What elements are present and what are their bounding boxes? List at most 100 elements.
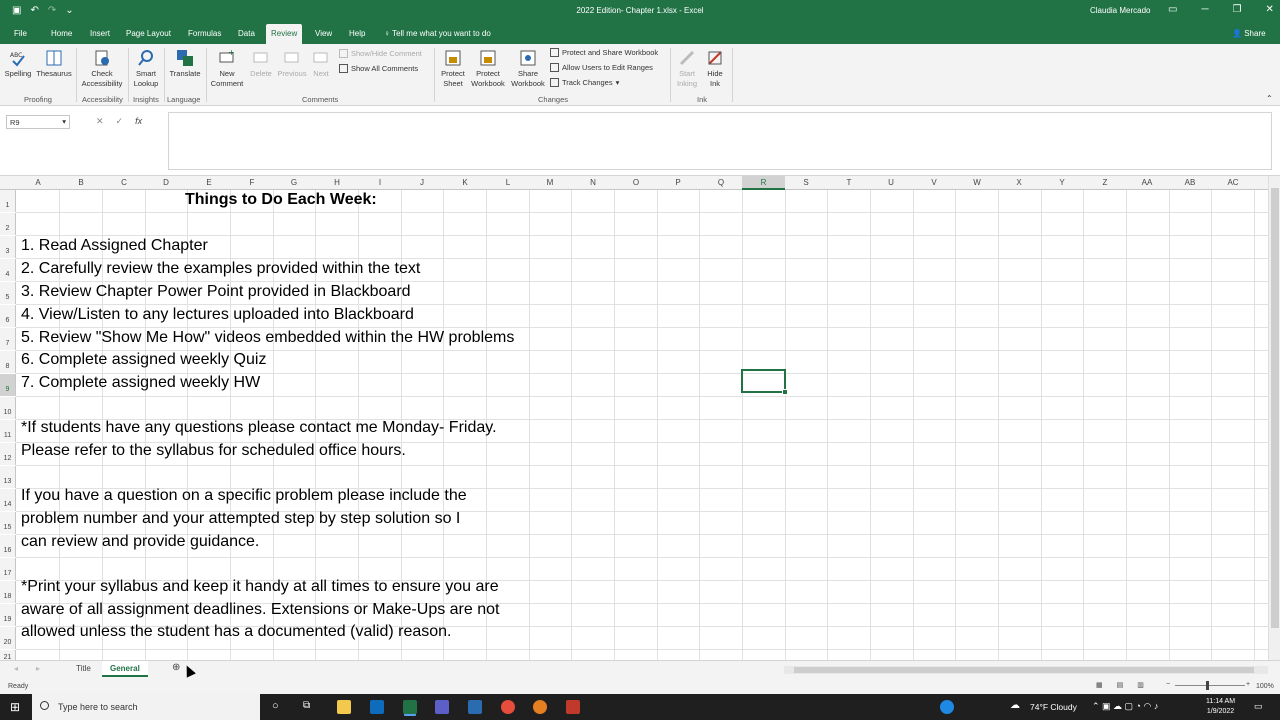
row-header[interactable]: 18	[0, 581, 16, 603]
column-header[interactable]: C	[103, 178, 145, 187]
cell-text[interactable]: 2. Carefully review the examples provide…	[21, 260, 420, 278]
collapse-ribbon-icon[interactable]: ⌃	[1266, 94, 1273, 103]
column-header[interactable]: F	[231, 178, 273, 187]
start-inking-button[interactable]: Start Inking	[674, 49, 700, 89]
weather-text[interactable]: 74°F Cloudy	[1030, 702, 1077, 712]
tab-review[interactable]: Review	[266, 24, 303, 44]
row-header[interactable]: 15	[0, 512, 16, 534]
check-accessibility-button[interactable]: Check Accessibility	[80, 49, 124, 89]
cell-text[interactable]: 1. Read Assigned Chapter	[21, 237, 208, 255]
cancel-icon[interactable]: ✕	[96, 116, 104, 127]
share-workbook-button[interactable]: Share Workbook	[508, 49, 548, 89]
column-header[interactable]: AB	[1169, 178, 1211, 187]
show-all-comments-button[interactable]: Show All Comments	[339, 64, 418, 73]
tab-file[interactable]: File	[14, 29, 27, 38]
tab-page-layout[interactable]: Page Layout	[126, 29, 171, 38]
cell-text[interactable]: 3. Review Chapter Power Point provided i…	[21, 283, 411, 301]
taskbar-clock[interactable]: 11:14 AM 1/9/2022	[1206, 697, 1235, 717]
add-sheet-icon[interactable]: ⊕	[172, 662, 180, 673]
spelling-button[interactable]: ABC Spelling	[3, 49, 33, 79]
tab-formulas[interactable]: Formulas	[188, 29, 221, 38]
tab-help[interactable]: Help	[349, 29, 365, 38]
scroll-left-icon[interactable]: ◂	[14, 664, 18, 673]
name-box[interactable]: R9 ▾	[6, 115, 70, 129]
maximize-icon[interactable]: ❐	[1233, 4, 1242, 15]
excel-icon[interactable]	[403, 700, 417, 714]
user-name[interactable]: Claudia Mercado	[1090, 6, 1150, 15]
smart-lookup-button[interactable]: Smart Lookup	[131, 49, 161, 89]
tab-view[interactable]: View	[315, 29, 332, 38]
cell-text[interactable]: 6. Complete assigned weekly Quiz	[21, 351, 266, 369]
column-header[interactable]: U	[870, 178, 912, 187]
column-header[interactable]: X	[998, 178, 1040, 187]
column-header[interactable]: P	[657, 178, 699, 187]
row-header[interactable]: 14	[0, 489, 16, 511]
row-header[interactable]: 3	[0, 236, 16, 258]
column-header[interactable]: A	[17, 178, 59, 187]
translate-button[interactable]: Translate	[168, 49, 202, 79]
column-header[interactable]: K	[444, 178, 486, 187]
cell-text[interactable]: allowed unless the student has a documen…	[21, 623, 451, 641]
column-header[interactable]: E	[188, 178, 230, 187]
delete-comment-button[interactable]: Delete	[248, 49, 274, 79]
column-header[interactable]: M	[529, 178, 571, 187]
column-header[interactable]: AA	[1126, 178, 1168, 187]
tab-data[interactable]: Data	[238, 29, 255, 38]
enter-icon[interactable]: ✓	[116, 116, 124, 127]
column-header[interactable]: AC	[1212, 178, 1254, 187]
column-header[interactable]: D	[145, 178, 187, 187]
help-icon[interactable]	[940, 700, 954, 714]
minimize-icon[interactable]: ─	[1201, 4, 1208, 15]
cell-text[interactable]: 4. View/Listen to any lectures uploaded …	[21, 306, 414, 324]
column-header[interactable]: N	[572, 178, 614, 187]
row-header[interactable]: 20	[0, 627, 16, 649]
column-header[interactable]: Z	[1084, 178, 1126, 187]
column-header[interactable]: Y	[1041, 178, 1083, 187]
column-header[interactable]: G	[273, 178, 315, 187]
row-header[interactable]: 12	[0, 443, 16, 465]
row-header[interactable]: 11	[0, 420, 16, 442]
previous-comment-button[interactable]: Previous	[276, 49, 308, 79]
vertical-scrollbar[interactable]	[1268, 176, 1280, 660]
tell-me-search[interactable]: ♀ Tell me what you want to do	[384, 29, 491, 38]
column-header[interactable]: I	[359, 178, 401, 187]
chrome-icon[interactable]	[501, 700, 515, 714]
column-header-selected[interactable]: R	[742, 176, 785, 190]
tab-insert[interactable]: Insert	[90, 29, 110, 38]
column-header[interactable]: O	[615, 178, 657, 187]
calculator-icon[interactable]	[468, 700, 482, 714]
column-header[interactable]: S	[785, 178, 827, 187]
formula-input[interactable]	[168, 112, 1272, 170]
insert-function-button[interactable]: fx	[135, 116, 142, 127]
column-header[interactable]: L	[487, 178, 529, 187]
row-header[interactable]: 17	[0, 558, 16, 580]
horizontal-scrollbar[interactable]	[784, 666, 1268, 674]
zoom-in-icon[interactable]: +	[1246, 681, 1250, 688]
cell-text[interactable]: problem number and your attempted step b…	[21, 510, 460, 528]
cortana-icon[interactable]: ○	[272, 700, 279, 712]
task-view-icon[interactable]: ⧉	[303, 700, 310, 711]
worksheet-grid[interactable]: A B C D E F G H I J K L M N O P Q R S T …	[0, 176, 1268, 660]
windows-start-icon[interactable]: ⊞	[10, 700, 20, 714]
ribbon-display-icon[interactable]: ▭	[1168, 4, 1177, 15]
protect-share-workbook-button[interactable]: Protect and Share Workbook	[550, 48, 658, 57]
tab-home[interactable]: Home	[51, 29, 72, 38]
column-header[interactable]: H	[316, 178, 358, 187]
row-header[interactable]: 19	[0, 604, 16, 626]
outlook-icon[interactable]	[370, 700, 384, 714]
zoom-slider[interactable]	[1175, 685, 1245, 686]
scroll-right-icon[interactable]: ▸	[36, 664, 40, 673]
show-hide-comment-button[interactable]: Show/Hide Comment	[339, 49, 422, 58]
row-header[interactable]: 5	[0, 282, 16, 304]
system-tray-icons[interactable]: ⌃ ▣ ☁ ▢ ◔ ◠ ♪	[1092, 701, 1158, 712]
row-header[interactable]: 10	[0, 397, 16, 419]
notification-icon[interactable]: ▭	[1254, 701, 1263, 712]
protect-sheet-button[interactable]: Protect Sheet	[436, 49, 470, 89]
column-header[interactable]: B	[60, 178, 102, 187]
cell-text[interactable]: *Print your syllabus and keep it handy a…	[21, 578, 499, 596]
row-header[interactable]: 4	[0, 259, 16, 281]
normal-view-icon[interactable]: ▦	[1096, 681, 1103, 689]
row-header[interactable]: 1	[0, 190, 16, 212]
sheet-tab-general[interactable]: General	[102, 661, 148, 677]
allow-edit-ranges-button[interactable]: Allow Users to Edit Ranges	[550, 63, 653, 72]
